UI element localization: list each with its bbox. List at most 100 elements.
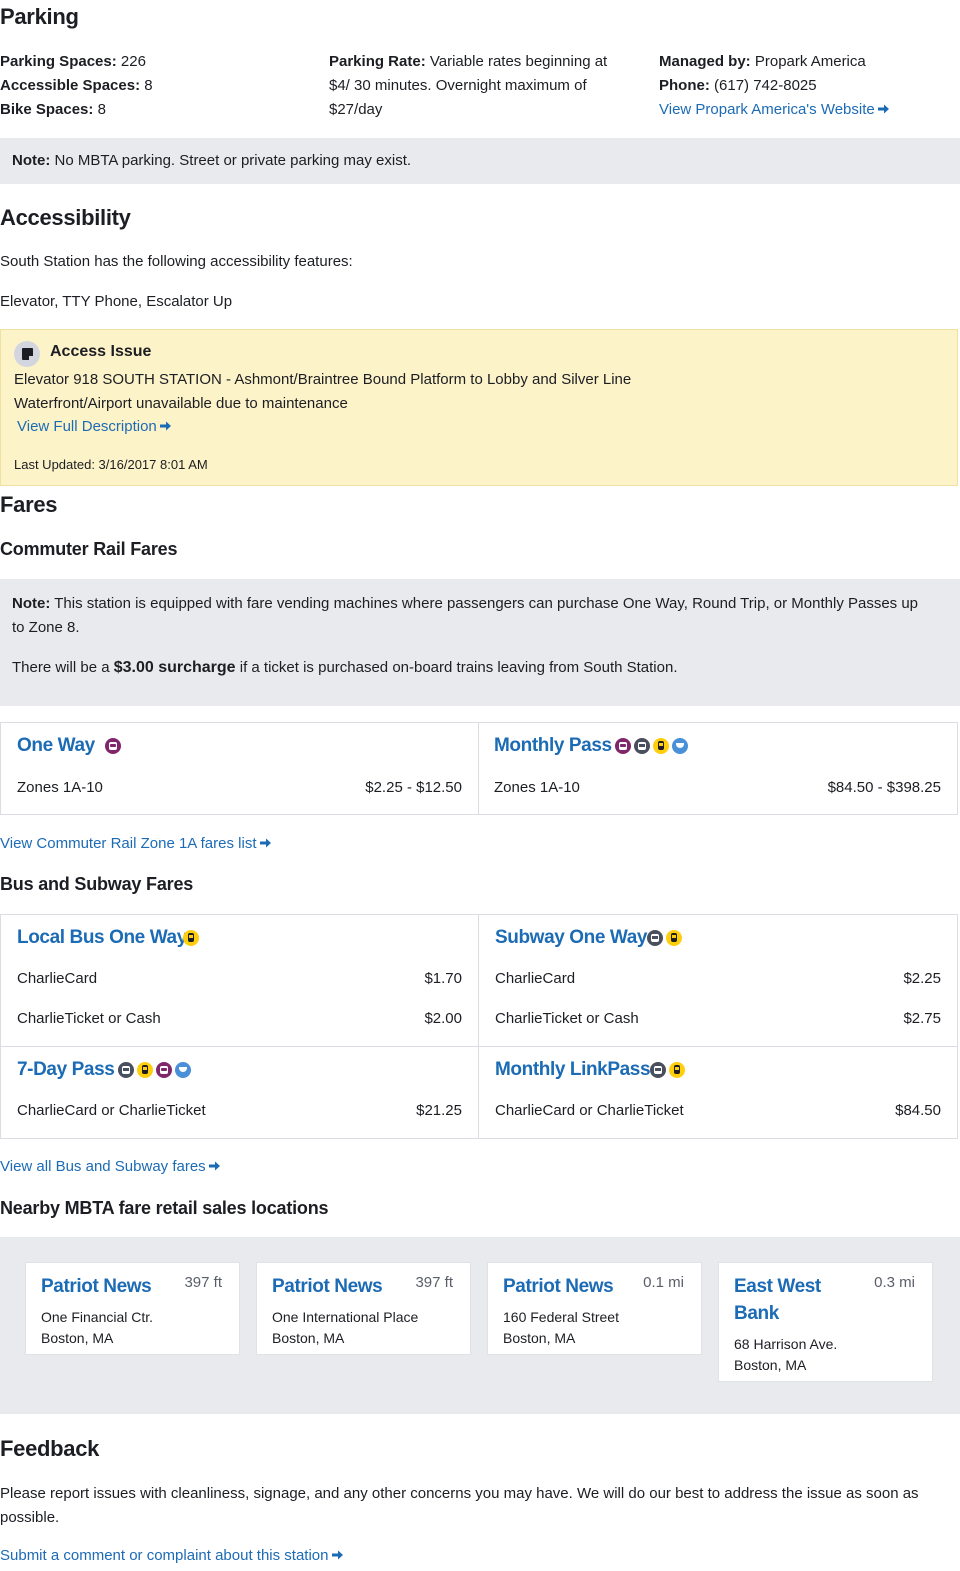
parking-note-label: Note: <box>12 152 51 169</box>
subway-icon <box>650 1062 666 1078</box>
fare-row-label: CharlieTicket or Cash <box>17 1010 161 1027</box>
retail-location-address: One Financial Ctr. Boston, MA <box>41 1307 153 1349</box>
arrow-right-icon <box>877 104 889 114</box>
commuter-rail-fares-link-text: View Commuter Rail Zone 1A fares list <box>0 835 257 852</box>
access-issue-alert: Access Issue Elevator 918 SOUTH STATION … <box>0 329 958 486</box>
retail-location-card[interactable]: Patriot News 397 ft One International Pl… <box>256 1262 471 1355</box>
fare-card-title[interactable]: Subway One Way <box>495 927 647 949</box>
fares-note: Note: This station is equipped with fare… <box>0 579 960 706</box>
address-line-1: One International Place <box>272 1309 419 1325</box>
access-issue-title: Access Issue <box>50 343 152 360</box>
accessible-spaces-value: 8 <box>144 77 153 94</box>
retail-location-address: One International Place Boston, MA <box>272 1307 418 1349</box>
retail-name-line-2: Bank <box>734 1303 779 1324</box>
commuter-rail-icon <box>615 738 631 754</box>
retail-location-distance: 397 ft <box>415 1274 453 1291</box>
retail-locations-heading: Nearby MBTA fare retail sales locations <box>0 1198 329 1218</box>
arrow-right-icon <box>259 838 271 848</box>
mode-icons <box>118 1062 191 1078</box>
parking-spaces-label: Parking Spaces: <box>0 53 117 70</box>
parking-manager: Managed by: Propark America Phone: (617)… <box>659 50 890 122</box>
fares-note-text-2: to Zone 8. <box>12 619 80 636</box>
bus-subway-fare-cards: Local Bus One Way CharlieCard $1.70 Char… <box>0 914 958 1139</box>
propark-website-link-text: View Propark America's Website <box>659 101 875 118</box>
fare-card-title[interactable]: Local Bus One Way <box>17 927 187 949</box>
feedback-heading: Feedback <box>0 1436 100 1461</box>
fare-zone-price: $2.25 - $12.50 <box>365 779 462 796</box>
fare-row-price: $84.50 <box>895 1102 941 1119</box>
feedback-text-line-2: possible. <box>0 1509 60 1526</box>
bus-subway-fares-link-text: View all Bus and Subway fares <box>0 1158 206 1175</box>
bike-spaces-value: 8 <box>97 101 106 118</box>
propark-website-link[interactable]: View Propark America's Website <box>659 101 890 118</box>
phone-label: Phone: <box>659 77 710 94</box>
fare-zone-price: $84.50 - $398.25 <box>827 779 941 796</box>
retail-location-card[interactable]: East West Bank 0.3 mi 68 Harrison Ave. B… <box>718 1262 933 1382</box>
fare-row-price: $2.25 <box>903 970 941 987</box>
fare-row-price: $21.25 <box>416 1102 462 1119</box>
fares-note-label: Note: <box>12 595 51 612</box>
address-line-2: Boston, MA <box>734 1357 807 1373</box>
parking-note-text: No MBTA parking. Street or private parki… <box>54 152 412 169</box>
fare-card-title[interactable]: One Way <box>17 735 95 757</box>
retail-location-name[interactable]: Patriot News <box>41 1273 152 1300</box>
subway-icon <box>647 930 663 946</box>
mode-icons <box>650 1062 685 1078</box>
fare-card-title[interactable]: Monthly LinkPass <box>495 1059 651 1081</box>
view-full-description-text: View Full Description <box>17 418 157 435</box>
mode-icons <box>615 738 688 754</box>
address-line-1: 160 Federal Street <box>503 1309 619 1325</box>
parking-rate-label: Parking Rate: <box>329 53 426 70</box>
access-issue-text: Elevator 918 SOUTH STATION - Ashmont/Bra… <box>14 368 631 416</box>
parking-heading: Parking <box>0 4 79 29</box>
arrow-right-icon <box>331 1550 343 1560</box>
fare-card-subway: Subway One Way CharlieCard $2.25 Charlie… <box>479 915 957 1047</box>
fare-zone-label: Zones 1A-10 <box>494 779 580 796</box>
fare-card-title[interactable]: 7-Day Pass <box>17 1059 115 1081</box>
retail-locations: Patriot News 397 ft One Financial Ctr. B… <box>0 1237 960 1414</box>
commuter-rail-icon <box>156 1062 172 1078</box>
access-issue-updated: Last Updated: 3/16/2017 8:01 AM <box>14 457 208 472</box>
surcharge-amount: $3.00 surcharge <box>113 659 236 676</box>
bike-spaces-label: Bike Spaces: <box>0 101 94 118</box>
parking-rate: Parking Rate: Variable rates beginning a… <box>329 50 607 122</box>
fare-row-label: CharlieCard <box>495 970 576 987</box>
retail-name-line-1: East West <box>734 1276 821 1297</box>
feedback-text-line-1: Please report issues with cleanliness, s… <box>0 1485 919 1502</box>
access-issue-line-1: Elevator 918 SOUTH STATION - Ashmont/Bra… <box>14 371 632 388</box>
fare-row-label: CharlieCard or CharlieTicket <box>495 1102 684 1119</box>
retail-location-address: 160 Federal Street Boston, MA <box>503 1307 619 1349</box>
mode-icons <box>183 930 199 946</box>
bus-icon <box>183 930 199 946</box>
retail-location-name[interactable]: Patriot News <box>272 1273 383 1300</box>
retail-location-distance: 397 ft <box>184 1274 222 1291</box>
accessible-spaces-label: Accessible Spaces: <box>0 77 141 94</box>
parking-rate-value-2: $4/ 30 minutes. Overnight maximum of <box>329 77 587 94</box>
retail-location-card[interactable]: Patriot News 0.1 mi 160 Federal Street B… <box>487 1262 702 1355</box>
retail-location-card[interactable]: Patriot News 397 ft One Financial Ctr. B… <box>25 1262 240 1355</box>
ferry-icon <box>175 1062 191 1078</box>
view-full-description-link[interactable]: View Full Description <box>17 418 172 435</box>
fare-row-label: CharlieTicket or Cash <box>495 1010 639 1027</box>
bus-icon <box>669 1062 685 1078</box>
parking-rate-value: Variable rates beginning at <box>429 53 608 70</box>
retail-location-distance: 0.1 mi <box>643 1274 684 1291</box>
surcharge-post: if a ticket is purchased on-board trains… <box>239 659 678 676</box>
bus-subway-fares-link[interactable]: View all Bus and Subway fares <box>0 1158 221 1175</box>
bus-icon <box>653 738 669 754</box>
retail-location-name[interactable]: East West Bank <box>734 1273 821 1327</box>
submit-feedback-link[interactable]: Submit a comment or complaint about this… <box>0 1547 344 1564</box>
commuter-rail-fares-link[interactable]: View Commuter Rail Zone 1A fares list <box>0 835 272 852</box>
bus-subway-fares-heading: Bus and Subway Fares <box>0 874 194 894</box>
surcharge-text: There will be a $3.00 surcharge if a tic… <box>12 656 952 680</box>
feedback-text: Please report issues with cleanliness, s… <box>0 1482 958 1530</box>
fare-card-one-way: One Way Zones 1A-10 $2.25 - $12.50 <box>1 723 479 814</box>
parking-spaces-value: 226 <box>120 53 146 70</box>
commuter-rail-fares-heading: Commuter Rail Fares <box>0 539 178 559</box>
fare-card-title[interactable]: Monthly Pass <box>494 735 612 757</box>
commuter-fare-cards: One Way Zones 1A-10 $2.25 - $12.50 Month… <box>0 722 958 815</box>
address-line-1: 68 Harrison Ave. <box>734 1336 838 1352</box>
managed-by-label: Managed by: <box>659 53 751 70</box>
retail-location-name[interactable]: Patriot News <box>503 1273 614 1300</box>
subway-icon <box>634 738 650 754</box>
